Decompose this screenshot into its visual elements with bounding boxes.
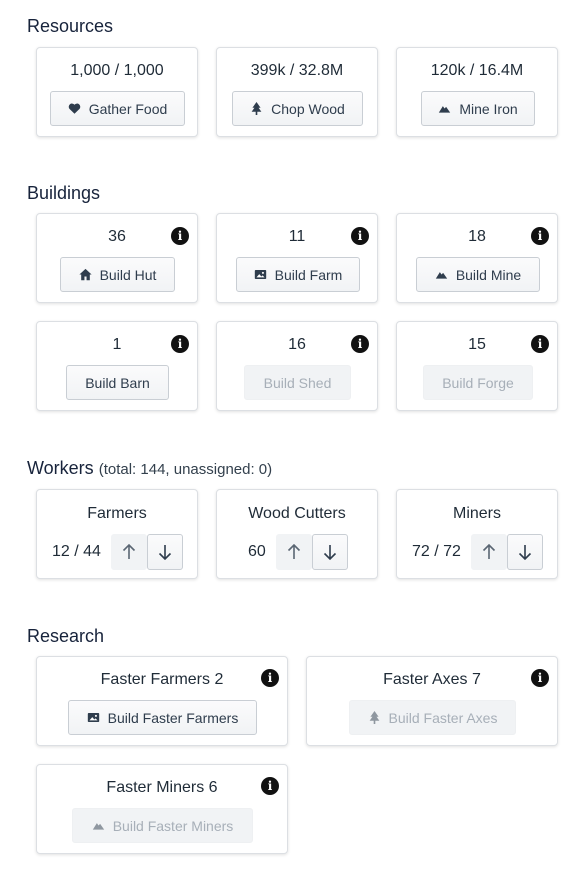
chop-wood-label: Chop Wood (271, 100, 345, 117)
info-icon[interactable]: i (171, 335, 189, 353)
miners-label: Miners (452, 505, 501, 522)
resource-card-iron: 120k / 16.4M Mine Iron (396, 47, 558, 137)
research-heading: Research (27, 626, 105, 646)
arrow-down-icon (158, 545, 172, 560)
faster-farmers-title: Faster Farmers 2 (100, 671, 224, 688)
info-icon[interactable]: i (261, 777, 279, 795)
faster-miners-title: Faster Miners 6 (106, 779, 218, 796)
worker-card-farmers: Farmers 12 / 44 (36, 489, 198, 579)
workers-heading: Workers (total: 144, unassigned: 0) (27, 458, 272, 479)
farmers-decrease-button[interactable] (147, 534, 183, 570)
wood-cutters-increase-button[interactable] (276, 534, 312, 570)
miners-value: 72 / 72 (412, 543, 461, 560)
build-shed-button[interactable]: Build Shed (244, 365, 351, 400)
build-faster-axes-label: Build Faster Axes (388, 709, 498, 726)
build-mine-button[interactable]: Build Mine (416, 257, 540, 292)
research-card-faster-farmers: Faster Farmers 2 i Build Faster Farmers (36, 656, 288, 746)
research-card-faster-axes: Faster Axes 7 i Build Faster Axes (306, 656, 558, 746)
build-hut-label: Build Hut (99, 266, 157, 283)
mine-iron-button[interactable]: Mine Iron (421, 91, 535, 126)
research-card-faster-miners: Faster Miners 6 i Build Faster Miners (36, 764, 288, 854)
building-card-hut: 36 i Build Hut (36, 213, 198, 303)
workers-summary: (total: 144, unassigned: 0) (98, 461, 273, 478)
building-card-barn: 1 i Build Barn (36, 321, 198, 411)
arrow-down-icon (518, 545, 532, 560)
info-icon[interactable]: i (531, 335, 549, 353)
worker-card-miners: Miners 72 / 72 (396, 489, 558, 579)
building-card-farm: 11 i Build Farm (216, 213, 378, 303)
build-forge-button[interactable]: Build Forge (423, 365, 533, 400)
building-card-mine: 18 i Build Mine (396, 213, 558, 303)
farmers-increase-button[interactable] (111, 534, 147, 570)
farmers-label: Farmers (87, 505, 147, 522)
farmers-value: 12 / 44 (52, 543, 101, 560)
image-icon (254, 270, 266, 279)
building-card-shed: 16 i Build Shed (216, 321, 378, 411)
resource-card-food: 1,000 / 1,000 Gather Food (36, 47, 198, 137)
info-icon[interactable]: i (531, 669, 549, 687)
build-faster-farmers-label: Build Faster Farmers (107, 709, 239, 726)
faster-axes-title: Faster Axes 7 (383, 671, 481, 688)
info-icon[interactable]: i (171, 227, 189, 245)
miners-decrease-button[interactable] (507, 534, 543, 570)
miners-increase-button[interactable] (471, 534, 507, 570)
iron-count: 120k / 16.4M (430, 62, 524, 79)
heart-icon (68, 103, 80, 114)
build-barn-button[interactable]: Build Barn (66, 365, 169, 400)
arrow-down-icon (323, 545, 337, 560)
chop-wood-button[interactable]: Chop Wood (232, 91, 363, 126)
gather-food-label: Gather Food (88, 100, 168, 117)
wood-cutters-value: 60 (248, 543, 266, 560)
build-faster-farmers-button[interactable]: Build Faster Farmers (68, 700, 257, 735)
resource-card-wood: 399k / 32.8M Chop Wood (216, 47, 378, 137)
build-shed-label: Build Shed (263, 374, 332, 391)
mountain-icon (435, 272, 447, 279)
build-farm-label: Build Farm (274, 266, 343, 283)
arrow-up-icon (287, 544, 301, 559)
wood-cutters-label: Wood Cutters (248, 505, 346, 522)
arrow-up-icon (482, 544, 496, 559)
building-card-forge: 15 i Build Forge (396, 321, 558, 411)
wood-count: 399k / 32.8M (250, 62, 344, 79)
home-icon (79, 268, 92, 281)
mountain-icon (439, 106, 451, 113)
mine-iron-label: Mine Iron (459, 100, 518, 117)
wood-cutters-decrease-button[interactable] (312, 534, 348, 570)
build-faster-axes-button[interactable]: Build Faster Axes (349, 700, 516, 735)
info-icon[interactable]: i (351, 227, 369, 245)
build-farm-button[interactable]: Build Farm (236, 257, 360, 292)
resources-heading: Resources (27, 16, 114, 36)
image-icon (87, 713, 99, 722)
mountain-icon (92, 823, 104, 830)
build-mine-label: Build Mine (455, 266, 522, 283)
build-forge-label: Build Forge (442, 374, 514, 391)
info-icon[interactable]: i (261, 669, 279, 687)
workers-title: Workers (27, 458, 94, 478)
tree-icon (251, 102, 262, 115)
build-barn-label: Build Barn (85, 374, 150, 391)
gather-food-button[interactable]: Gather Food (50, 91, 185, 126)
build-faster-miners-label: Build Faster Miners (112, 817, 234, 834)
food-count: 1,000 / 1,000 (70, 62, 164, 79)
info-icon[interactable]: i (351, 335, 369, 353)
build-faster-miners-button[interactable]: Build Faster Miners (72, 808, 253, 843)
info-icon[interactable]: i (531, 227, 549, 245)
arrow-up-icon (122, 544, 136, 559)
build-hut-button[interactable]: Build Hut (60, 257, 175, 292)
tree-icon (369, 711, 379, 724)
buildings-heading: Buildings (27, 183, 101, 203)
worker-card-wood-cutters: Wood Cutters 60 (216, 489, 378, 579)
